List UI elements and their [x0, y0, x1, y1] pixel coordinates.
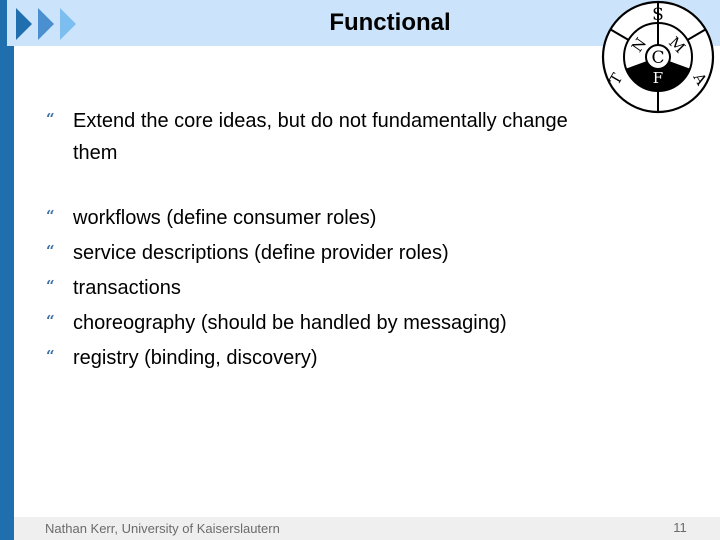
- logo-letter-s: S: [652, 5, 664, 25]
- left-accent-bar-top: [0, 0, 7, 46]
- bullet-icon: “: [46, 242, 55, 260]
- triple-arrow-icon: [16, 8, 86, 40]
- bullet-icon: “: [46, 277, 55, 295]
- list-item: “ choreography (should be handled by mes…: [46, 306, 676, 340]
- bullet-icon: “: [46, 207, 55, 225]
- list-item: “ transactions: [46, 271, 676, 305]
- smactfnt-logo-icon: S T A N M C F: [601, 0, 716, 115]
- list-item: “ registry (binding, discovery): [46, 341, 676, 375]
- list-item-text: transactions: [73, 277, 181, 299]
- bullet-icon: “: [46, 110, 55, 128]
- logo-letter-c: C: [651, 48, 664, 68]
- list-item-text: registry (binding, discovery): [73, 347, 318, 369]
- list-item-text: service descriptions (define provider ro…: [73, 242, 449, 264]
- left-accent-bar: [0, 46, 14, 540]
- bullet-icon: “: [46, 312, 55, 330]
- arrow-mid-icon: [38, 8, 54, 40]
- list-item-text: workflows (define consumer roles): [73, 207, 377, 229]
- arrow-dark-icon: [16, 8, 32, 40]
- list-item: “ workflows (define consumer roles): [46, 201, 676, 235]
- page-number: 11: [673, 520, 687, 535]
- slide-title: Functional: [329, 9, 451, 36]
- footer-author: Nathan Kerr, University of Kaiserslauter…: [45, 521, 280, 536]
- intro-bullet-line-1: Extend the core ideas, but do not fundam…: [73, 110, 568, 132]
- list-item: “ service descriptions (define provider …: [46, 236, 676, 270]
- list-item-text: choreography (should be handled by messa…: [73, 312, 507, 334]
- arrow-light-icon: [60, 8, 76, 40]
- intro-bullet: “ Extend the core ideas, but do not fund…: [46, 104, 676, 170]
- bullet-icon: “: [46, 347, 55, 365]
- logo-letter-f: F: [653, 69, 663, 87]
- intro-bullet-line-2: them: [73, 142, 118, 164]
